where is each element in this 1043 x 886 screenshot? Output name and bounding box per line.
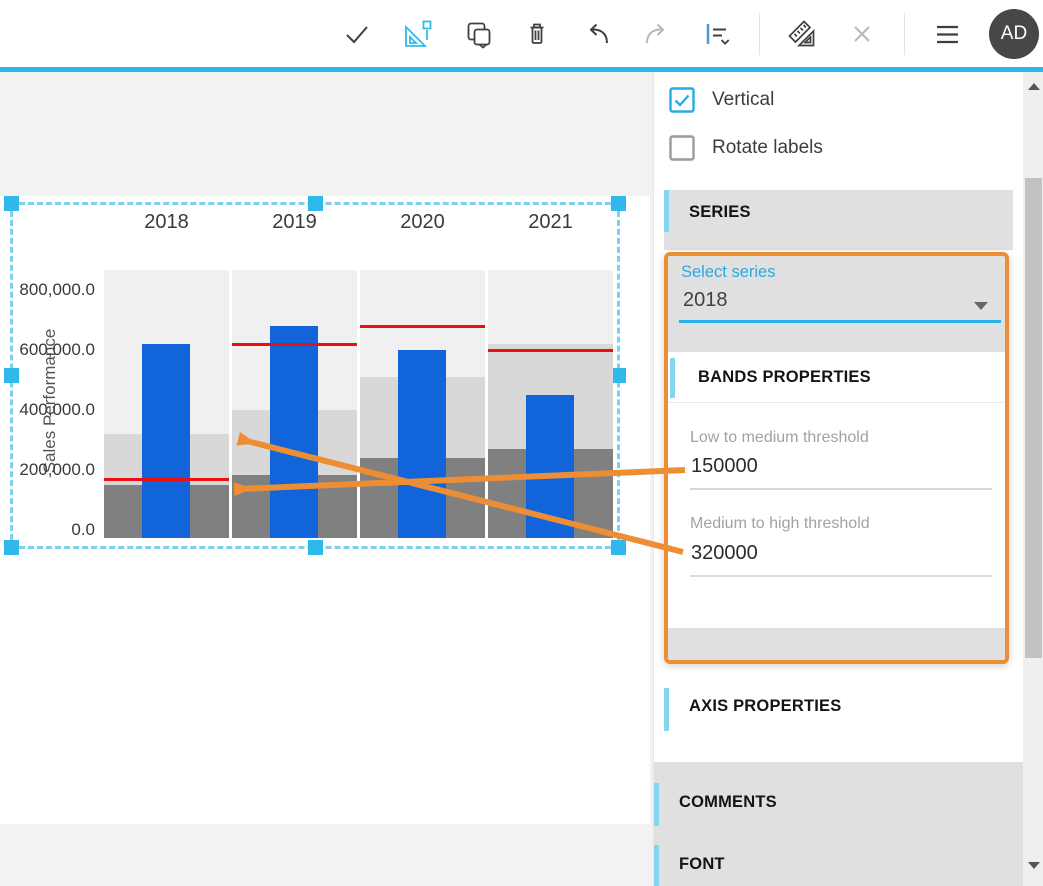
x-axis-label: 2018	[104, 211, 229, 234]
bands-properties-title: BANDS PROPERTIES	[698, 368, 871, 387]
copy-button[interactable]	[457, 12, 497, 56]
medium-to-high-label: Medium to high threshold	[690, 515, 870, 533]
x-axis-label: 2021	[488, 211, 613, 234]
select-resize-button[interactable]	[397, 12, 437, 56]
toolbar-divider	[759, 13, 760, 55]
scroll-up-arrow[interactable]	[1028, 83, 1040, 90]
x-axis-label: 2019	[232, 211, 357, 234]
low-to-medium-label: Low to medium threshold	[690, 429, 869, 447]
menu-icon	[930, 17, 964, 51]
scrollbar-thumb[interactable]	[1025, 178, 1042, 658]
comments-header[interactable]: COMMENTS	[679, 793, 777, 812]
chevron-down-icon[interactable]	[974, 302, 988, 310]
avatar[interactable]: AD	[989, 9, 1039, 59]
axis-accent-bar	[664, 688, 669, 731]
rotate-labels-checkbox[interactable]	[669, 135, 695, 161]
comments-accent-bar	[654, 783, 659, 826]
target-line	[360, 325, 485, 328]
redo-button[interactable]	[637, 12, 677, 56]
check-icon	[340, 17, 374, 51]
vertical-checkbox[interactable]	[669, 87, 695, 113]
redo-icon	[640, 17, 674, 51]
value-bar	[270, 326, 318, 538]
vertical-checkbox-label: Vertical	[712, 89, 774, 111]
target-line	[488, 349, 613, 352]
selection-handle-top-left[interactable]	[4, 196, 19, 211]
properties-panel: Vertical Rotate labels SERIES Select ser…	[653, 72, 1043, 886]
rotate-labels-checkbox-label: Rotate labels	[712, 137, 823, 159]
axis-properties-header[interactable]: AXIS PROPERTIES	[689, 697, 841, 716]
y-axis-tick-label: 0.0	[0, 519, 95, 541]
divider	[668, 402, 1005, 403]
low-to-medium-underline	[690, 488, 992, 490]
menu-button[interactable]	[927, 12, 967, 56]
target-line	[232, 343, 357, 346]
align-left-dropdown-icon	[699, 16, 735, 52]
bands-accent-bar	[670, 358, 675, 398]
selection-handle-middle-right[interactable]	[611, 368, 626, 383]
low-to-medium-input[interactable]: 150000	[691, 455, 758, 478]
select-resize-icon	[399, 16, 435, 52]
ruler-icon	[784, 16, 820, 52]
chart-column	[104, 270, 229, 538]
copy-icon	[459, 16, 495, 52]
selection-handle-bottom-right[interactable]	[611, 540, 626, 555]
bands-properties-card: BANDS PROPERTIES Low to medium threshold…	[668, 352, 1005, 628]
y-axis-tick-label: 600,000.0	[0, 339, 95, 361]
chart-column	[488, 270, 613, 538]
selection-handle-top-middle[interactable]	[308, 196, 323, 211]
app-window: AD Sales Performance 20182019202020210.0…	[0, 0, 1043, 886]
align-dropdown-button[interactable]	[697, 12, 737, 56]
medium-to-high-input[interactable]: 320000	[691, 542, 758, 565]
vertical-checkbox-row[interactable]: Vertical	[669, 86, 774, 114]
panel-lower-section: COMMENTS FONT	[654, 762, 1043, 886]
value-bar	[142, 344, 190, 538]
chart-column	[360, 270, 485, 538]
series-section-header[interactable]: SERIES	[664, 190, 1013, 250]
undo-icon	[580, 17, 614, 51]
trash-icon	[520, 17, 554, 51]
panel-scrollbar[interactable]	[1023, 72, 1043, 886]
value-bar	[398, 350, 446, 538]
close-icon	[847, 19, 877, 49]
selection-handle-top-right[interactable]	[611, 196, 626, 211]
y-axis-tick-label: 200,000.0	[0, 459, 95, 481]
selection-handle-bottom-left[interactable]	[4, 540, 19, 555]
font-accent-bar	[654, 845, 659, 886]
x-axis-label: 2020	[360, 211, 485, 234]
bands-highlight-box: Select series 2018 BANDS PROPERTIES Low …	[664, 252, 1009, 664]
confirm-button[interactable]	[337, 12, 377, 56]
font-header[interactable]: FONT	[679, 855, 725, 874]
series-accent-bar	[664, 190, 669, 232]
toolbar: AD	[0, 0, 1043, 67]
series-section-title: SERIES	[689, 203, 751, 222]
close-button[interactable]	[842, 12, 882, 56]
series-dropdown-underline	[679, 320, 1001, 323]
ruler-button[interactable]	[782, 12, 822, 56]
undo-button[interactable]	[577, 12, 617, 56]
value-bar	[526, 395, 574, 538]
selection-handle-middle-left[interactable]	[4, 368, 19, 383]
rotate-labels-checkbox-row[interactable]: Rotate labels	[669, 134, 823, 162]
y-axis-tick-label: 400,000.0	[0, 399, 95, 421]
chart-widget[interactable]: Sales Performance 20182019202020210.0200…	[0, 196, 650, 824]
chart-column	[232, 270, 357, 538]
series-dropdown[interactable]: 2018	[683, 289, 728, 312]
toolbar-divider	[904, 13, 905, 55]
selection-handle-bottom-middle[interactable]	[308, 540, 323, 555]
y-axis-tick-label: 800,000.0	[0, 279, 95, 301]
scroll-down-arrow[interactable]	[1028, 862, 1040, 869]
medium-to-high-underline	[690, 575, 992, 577]
select-series-label: Select series	[681, 263, 775, 282]
delete-button[interactable]	[517, 12, 557, 56]
target-line	[104, 478, 229, 481]
